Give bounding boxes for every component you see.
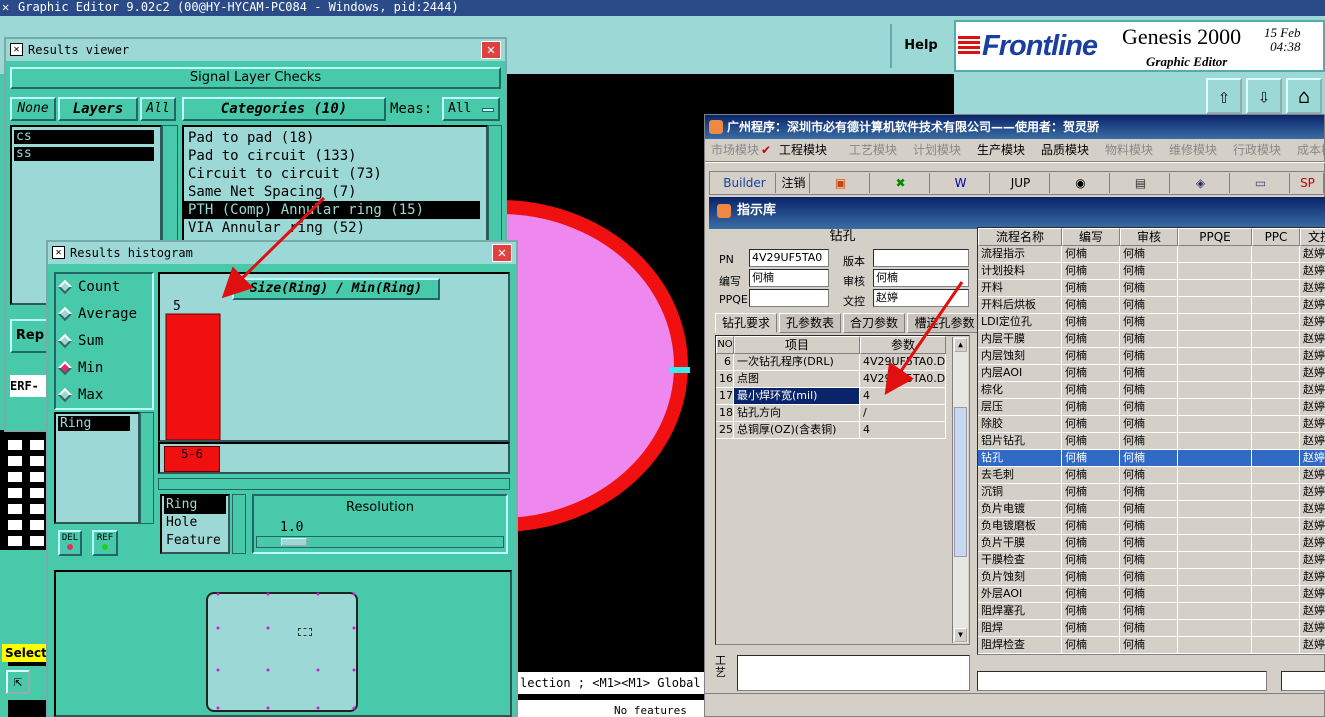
annotation-arrows bbox=[221, 196, 964, 395]
arrow-to-histogram bbox=[221, 196, 326, 299]
arrow-to-min-ring bbox=[884, 281, 964, 395]
